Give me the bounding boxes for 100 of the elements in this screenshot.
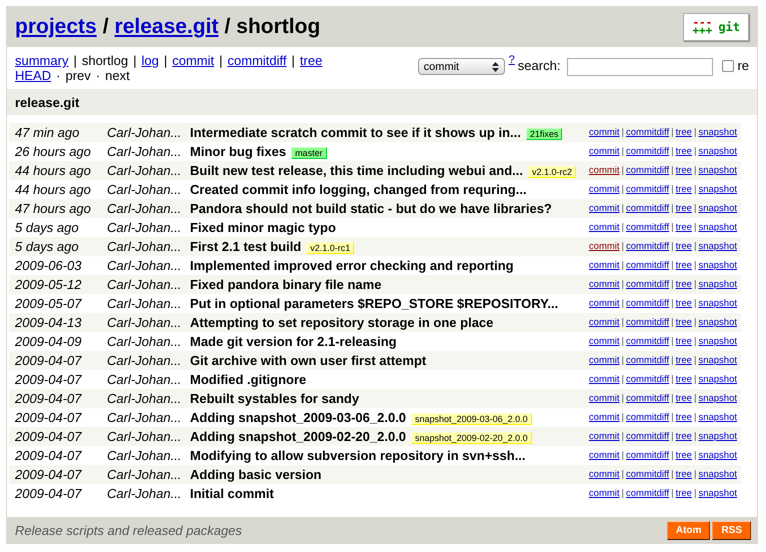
row-link[interactable]: commit (588, 241, 620, 252)
nav-link[interactable]: commit (172, 53, 214, 68)
row-link[interactable]: commit (588, 279, 620, 290)
commit-subject-link[interactable]: Git archive with own user first attempt (190, 353, 426, 368)
row-link[interactable]: tree (676, 222, 692, 233)
row-link[interactable]: snapshot (698, 298, 737, 309)
row-link[interactable]: tree (676, 184, 692, 195)
row-link[interactable]: snapshot (698, 184, 737, 195)
row-link[interactable]: commit (588, 488, 620, 499)
row-link[interactable]: tree (676, 336, 692, 347)
row-link[interactable]: commit (588, 317, 620, 328)
row-link[interactable]: commit (588, 260, 620, 271)
row-link[interactable]: tree (676, 146, 692, 157)
row-link[interactable]: commitdiff (626, 146, 670, 157)
row-link[interactable]: commitdiff (626, 488, 670, 499)
row-link[interactable]: commitdiff (626, 450, 670, 461)
row-link[interactable]: snapshot (698, 146, 737, 157)
row-link[interactable]: commit (588, 469, 620, 480)
commit-subject-link[interactable]: First 2.1 test build (190, 239, 302, 254)
row-link[interactable]: tree (676, 127, 692, 138)
row-link[interactable]: commitdiff (626, 412, 670, 423)
commit-subject-link[interactable]: Fixed minor magic typo (190, 220, 336, 235)
row-link[interactable]: tree (676, 298, 692, 309)
row-link[interactable]: snapshot (698, 203, 737, 214)
row-link[interactable]: snapshot (698, 431, 737, 442)
row-link[interactable]: commitdiff (626, 298, 670, 309)
row-link[interactable]: snapshot (698, 450, 737, 461)
row-link[interactable]: commit (588, 355, 620, 366)
row-link[interactable]: snapshot (698, 260, 737, 271)
tag-label[interactable]: v2.1.0-rc1 (306, 242, 354, 254)
row-link[interactable]: commitdiff (626, 222, 670, 233)
row-link[interactable]: tree (676, 165, 692, 176)
row-link[interactable]: tree (676, 431, 692, 442)
row-link[interactable]: commitdiff (626, 260, 670, 271)
row-link[interactable]: commit (588, 184, 620, 195)
commit-subject-link[interactable]: Minor bug fixes (190, 144, 286, 159)
row-link[interactable]: tree (676, 241, 692, 252)
row-link[interactable]: commitdiff (626, 279, 670, 290)
row-link[interactable]: commit (588, 127, 620, 138)
row-link[interactable]: snapshot (698, 241, 737, 252)
row-link[interactable]: snapshot (698, 336, 737, 347)
row-link[interactable]: tree (676, 374, 692, 385)
row-link[interactable]: tree (676, 355, 692, 366)
row-link[interactable]: tree (676, 488, 692, 499)
tag-label[interactable]: snapshot_2009-02-20_2.0.0 (411, 432, 532, 444)
row-link[interactable]: commit (588, 393, 620, 404)
tag-label[interactable]: snapshot_2009-03-06_2.0.0 (411, 413, 532, 425)
row-link[interactable]: commit (588, 374, 620, 385)
branch-label[interactable]: 21fixes (526, 128, 562, 140)
row-link[interactable]: commitdiff (626, 127, 670, 138)
commit-subject-link[interactable]: Built new test release, this time including webui and... (190, 163, 524, 178)
help-link[interactable]: ? (508, 54, 515, 66)
row-link[interactable]: tree (676, 317, 692, 328)
commit-subject-link[interactable]: Pandora should not build static - but do we have libraries? (190, 201, 552, 216)
nav-link[interactable]: tree (300, 53, 322, 68)
commit-subject-link[interactable]: Attempting to set repository storage in one place (190, 315, 494, 330)
commit-subject-link[interactable]: Intermediate scratch commit to see if it shows up in... (190, 125, 521, 140)
row-link[interactable]: commitdiff (626, 165, 670, 176)
row-link[interactable]: tree (676, 260, 692, 271)
row-link[interactable]: snapshot (698, 412, 737, 423)
nav-link[interactable]: commitdiff (228, 53, 287, 68)
breadcrumb-link[interactable]: release.git (114, 15, 218, 39)
row-link[interactable]: snapshot (698, 488, 737, 499)
row-link[interactable]: commit (588, 146, 620, 157)
regex-checkbox[interactable] (722, 60, 734, 72)
commit-subject-link[interactable]: Put in optional parameters $REPO_STORE $REPOSITORY... (190, 296, 558, 311)
commit-subject-link[interactable]: Fixed pandora binary file name (190, 277, 382, 292)
row-link[interactable]: snapshot (698, 355, 737, 366)
row-link[interactable]: commitdiff (626, 374, 670, 385)
branch-label[interactable]: master (291, 147, 327, 159)
row-link[interactable]: commitdiff (626, 241, 670, 252)
row-link[interactable]: tree (676, 450, 692, 461)
git-logo[interactable]: --- +++ git (683, 13, 749, 41)
row-link[interactable]: snapshot (698, 469, 737, 480)
row-link[interactable]: commitdiff (626, 355, 670, 366)
row-link[interactable]: snapshot (698, 222, 737, 233)
row-link[interactable]: snapshot (698, 165, 737, 176)
row-link[interactable]: snapshot (698, 127, 737, 138)
search-type-dropdown[interactable]: commit (418, 58, 505, 75)
row-link[interactable]: commitdiff (626, 431, 670, 442)
row-link[interactable]: commitdiff (626, 336, 670, 347)
commit-subject-link[interactable]: Initial commit (190, 486, 274, 501)
commit-subject-link[interactable]: Made git version for 2.1-releasing (190, 334, 397, 349)
row-link[interactable]: snapshot (698, 393, 737, 404)
commit-subject-link[interactable]: Created commit info logging, changed from requring... (190, 182, 527, 197)
row-link[interactable]: snapshot (698, 317, 737, 328)
row-link[interactable]: commit (588, 222, 620, 233)
row-link[interactable]: tree (676, 412, 692, 423)
row-link[interactable]: commitdiff (626, 317, 670, 328)
row-link[interactable]: tree (676, 203, 692, 214)
row-link[interactable]: commitdiff (626, 184, 670, 195)
commit-subject-link[interactable]: Implemented improved error checking and reporting (190, 258, 514, 273)
nav-link[interactable]: log (141, 53, 159, 68)
row-link[interactable]: commit (588, 450, 620, 461)
tag-label[interactable]: v2.1.0-rc2 (528, 166, 576, 178)
row-link[interactable]: commit (588, 431, 620, 442)
row-link[interactable]: commit (588, 412, 620, 423)
row-link[interactable]: commit (588, 336, 620, 347)
row-link[interactable]: commit (588, 165, 620, 176)
search-field[interactable] (567, 58, 714, 76)
